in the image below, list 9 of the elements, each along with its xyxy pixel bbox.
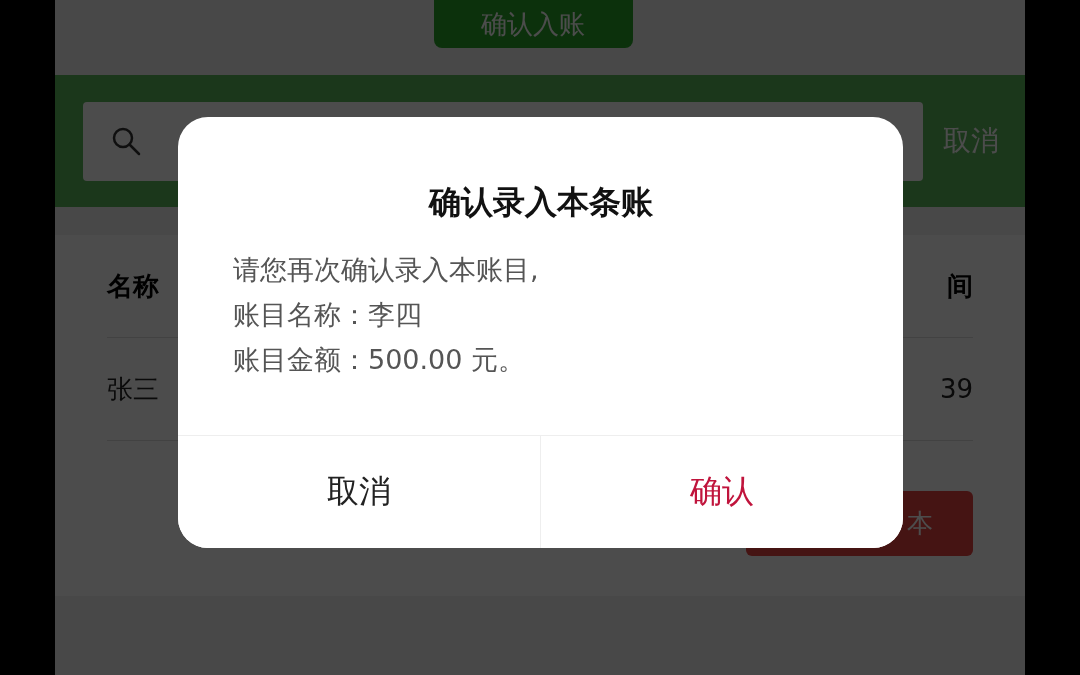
dialog-message: 账目名称：李四	[233, 298, 423, 332]
column-header: 名称	[107, 269, 159, 303]
confirm-button[interactable]: 确认	[540, 436, 903, 548]
dialog-message: 请您再次确认录入本账目,	[233, 253, 540, 287]
table-cell: 39	[939, 374, 973, 404]
column-header: 间	[947, 269, 973, 303]
dialog-message: 账目金额：500.00 元。	[233, 343, 527, 377]
dialog-title: 确认录入本条账	[427, 182, 654, 223]
table-cell-text: 张三	[107, 372, 159, 406]
